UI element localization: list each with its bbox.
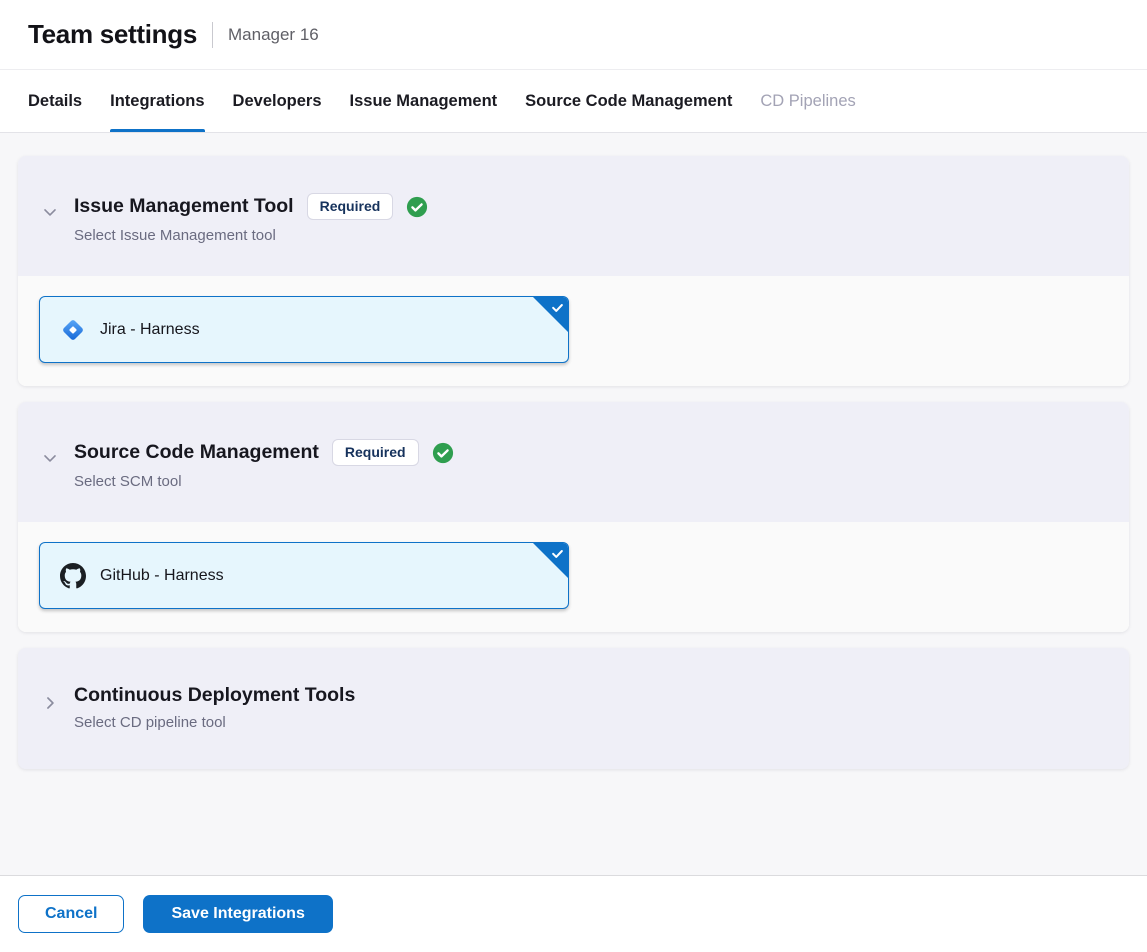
github-octocat-icon — [60, 563, 86, 589]
check-circle-icon — [432, 442, 454, 464]
section-header-text: Source Code Management Required Select S… — [74, 439, 454, 490]
tab-bar: Details Integrations Developers Issue Ma… — [0, 70, 1147, 133]
page-subtitle: Manager 16 — [228, 25, 319, 45]
section-title: Source Code Management — [74, 441, 319, 464]
title-divider — [212, 22, 213, 48]
tab-integrations[interactable]: Integrations — [110, 70, 204, 132]
chevron-down-icon — [40, 202, 60, 225]
tool-card-label: GitHub - Harness — [100, 567, 224, 585]
section-header-text: Issue Management Tool Required Select Is… — [74, 193, 428, 244]
tab-developers[interactable]: Developers — [233, 70, 322, 132]
collapse-section-button[interactable] — [38, 447, 62, 471]
section-continuous-deployment-tools: Continuous Deployment Tools Select CD pi… — [18, 648, 1129, 769]
section-subtitle: Select CD pipeline tool — [74, 714, 355, 731]
action-footer: Cancel Save Integrations — [0, 875, 1147, 952]
section-title: Issue Management Tool — [74, 195, 294, 218]
cancel-button[interactable]: Cancel — [18, 895, 124, 933]
section-subtitle: Select SCM tool — [74, 473, 454, 490]
section-header-text: Continuous Deployment Tools Select CD pi… — [74, 684, 355, 731]
save-integrations-button[interactable]: Save Integrations — [143, 895, 332, 933]
jira-diamond-icon — [60, 317, 86, 343]
section-body: Jira - Harness — [18, 276, 1129, 386]
check-corner-icon — [550, 300, 565, 315]
section-header: Continuous Deployment Tools Select CD pi… — [18, 648, 1129, 769]
section-source-code-management: Source Code Management Required Select S… — [18, 402, 1129, 632]
section-issue-management-tool: Issue Management Tool Required Select Is… — [18, 156, 1129, 386]
tool-card-jira-harness[interactable]: Jira - Harness — [39, 296, 569, 363]
section-title: Continuous Deployment Tools — [74, 684, 355, 707]
tool-card-label: Jira - Harness — [100, 321, 200, 339]
check-circle-icon — [406, 196, 428, 218]
tool-card-github-harness[interactable]: GitHub - Harness — [39, 542, 569, 609]
tab-source-code-management[interactable]: Source Code Management — [525, 70, 732, 132]
required-badge: Required — [307, 193, 394, 220]
check-corner-icon — [550, 546, 565, 561]
chevron-down-icon — [40, 448, 60, 471]
section-header: Source Code Management Required Select S… — [18, 402, 1129, 522]
section-body: GitHub - Harness — [18, 522, 1129, 632]
page-title: Team settings — [28, 19, 197, 50]
collapse-section-button[interactable] — [38, 201, 62, 225]
tab-cd-pipelines: CD Pipelines — [760, 70, 855, 132]
tab-details[interactable]: Details — [28, 70, 82, 132]
expand-section-button[interactable] — [38, 692, 62, 716]
section-header: Issue Management Tool Required Select Is… — [18, 156, 1129, 276]
integrations-panel: Issue Management Tool Required Select Is… — [0, 133, 1147, 875]
section-subtitle: Select Issue Management tool — [74, 227, 428, 244]
page-header: Team settings Manager 16 — [0, 0, 1147, 70]
required-badge: Required — [332, 439, 419, 466]
chevron-right-icon — [40, 693, 60, 716]
tab-issue-management[interactable]: Issue Management — [350, 70, 498, 132]
